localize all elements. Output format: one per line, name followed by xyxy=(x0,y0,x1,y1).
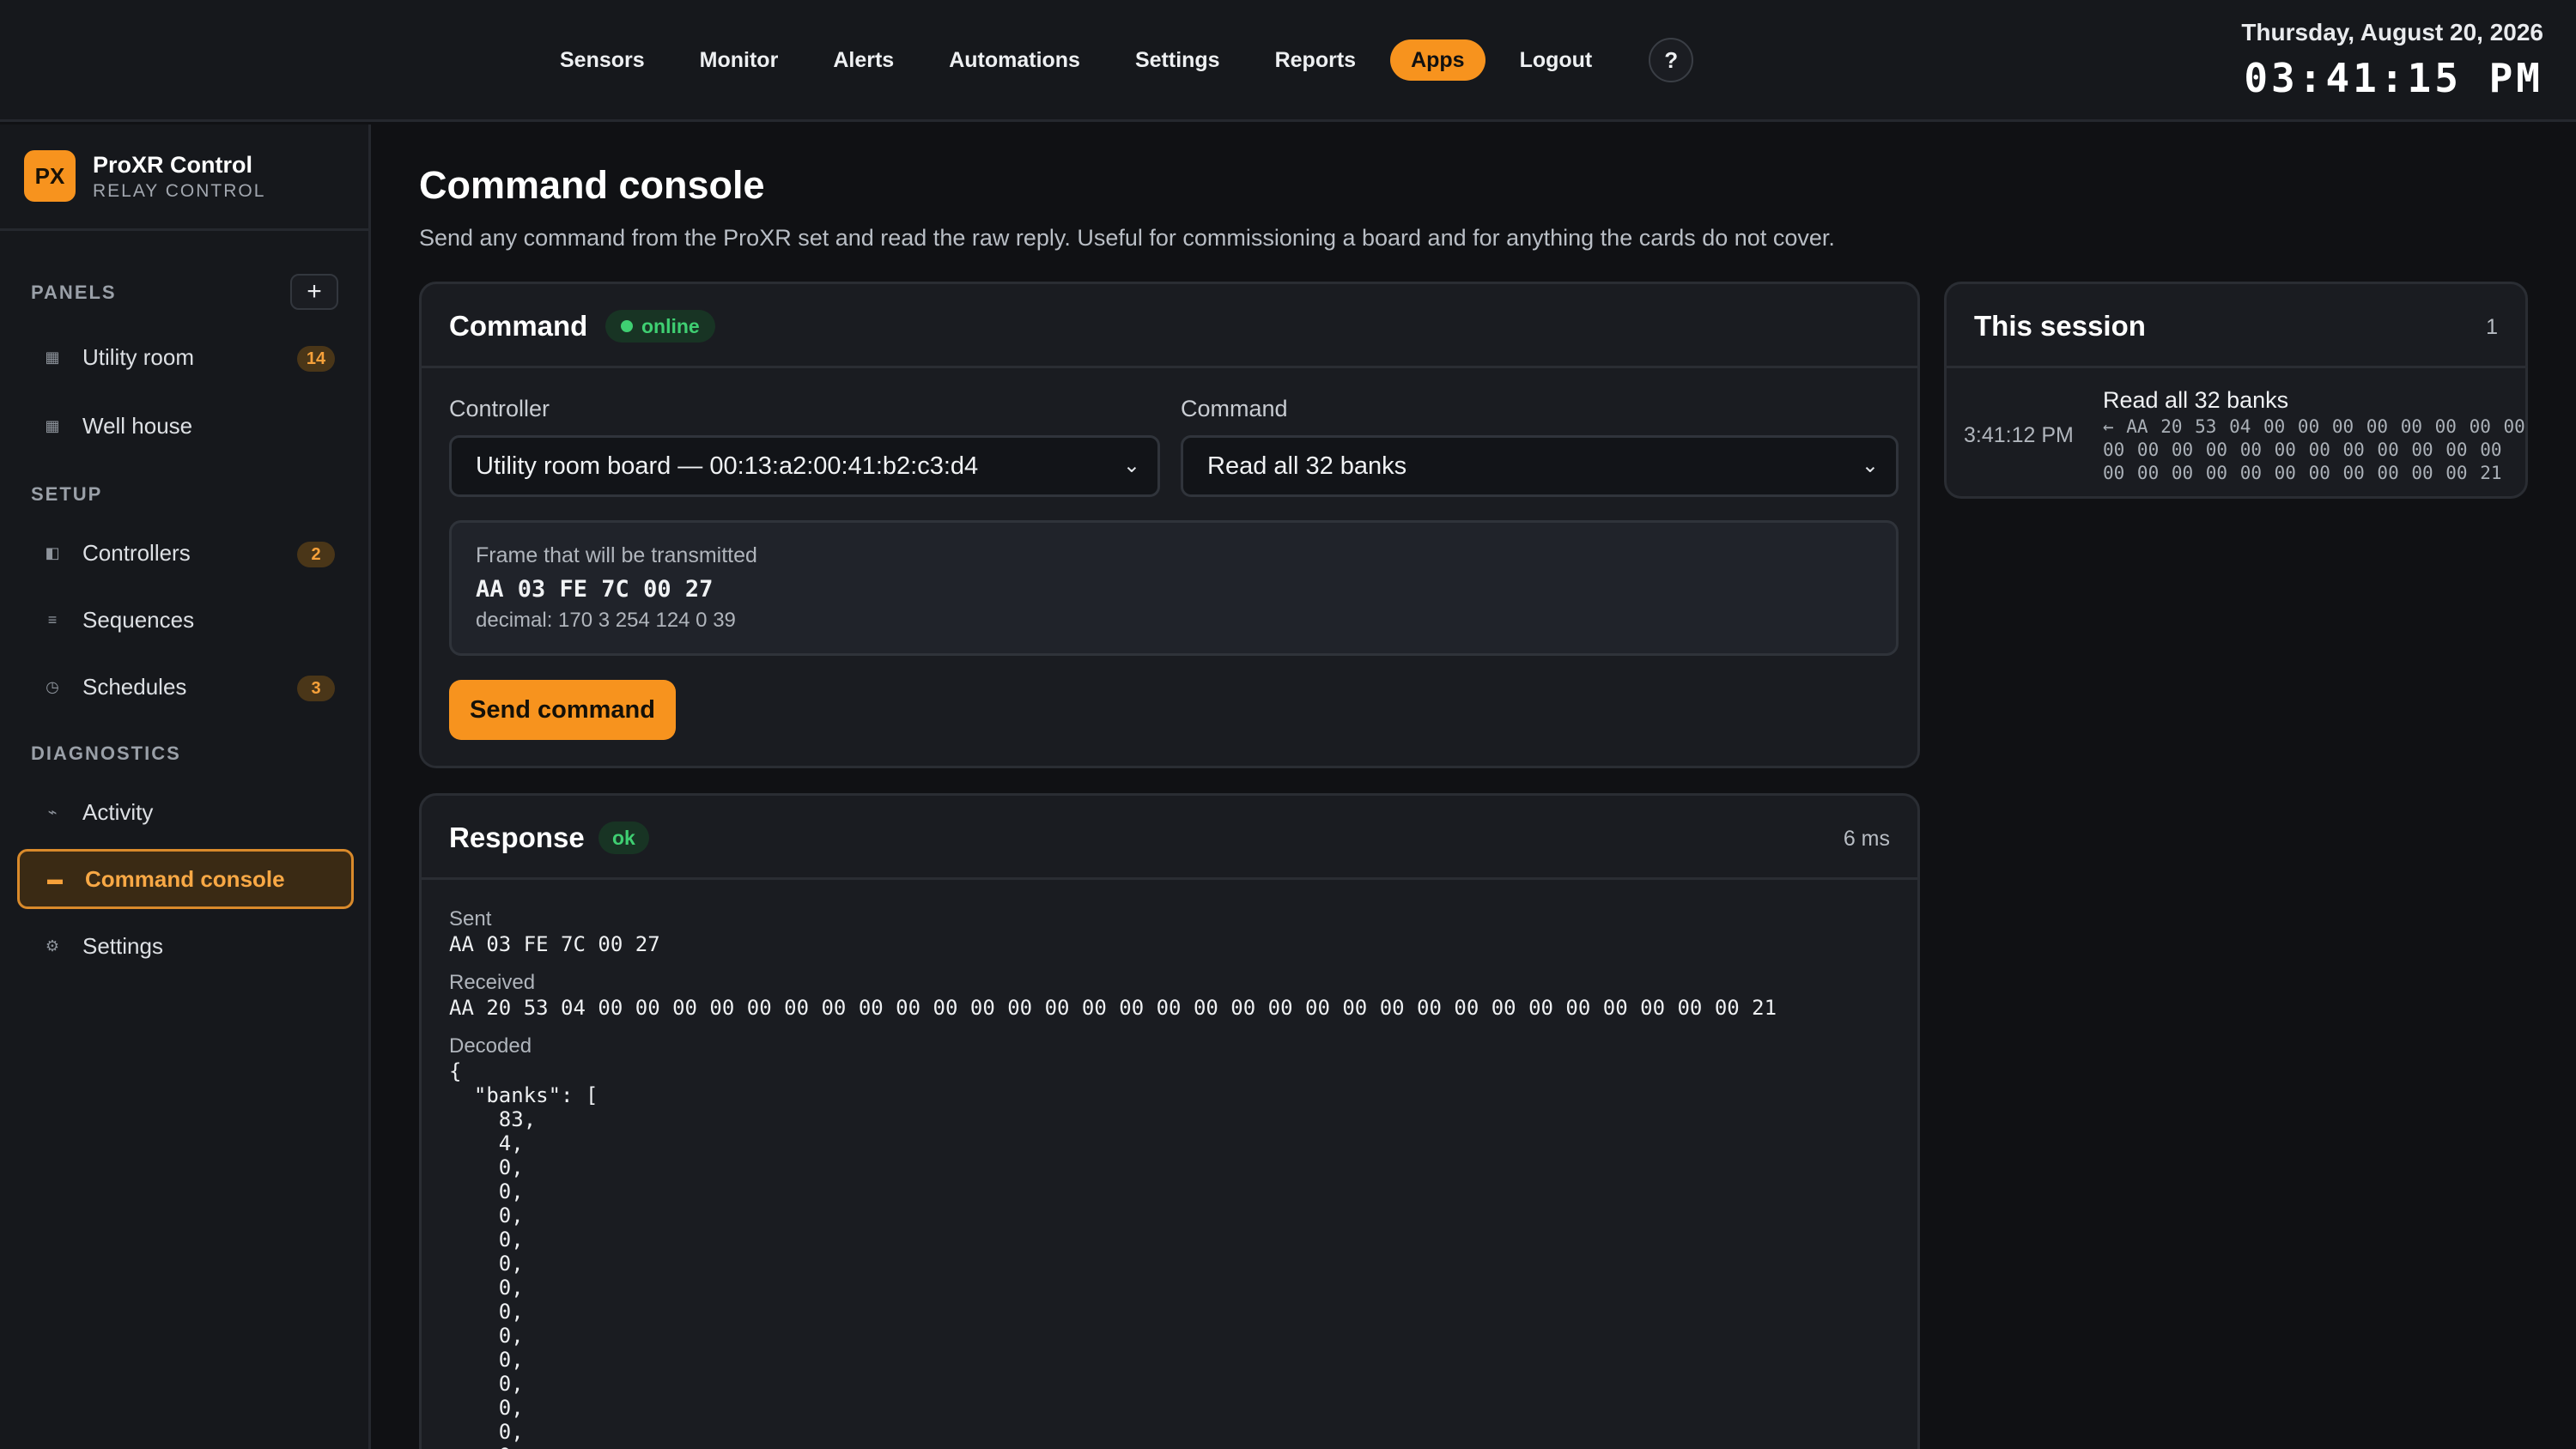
pulse-icon: ⌁ xyxy=(47,803,58,821)
sidebar-item-label: Well house xyxy=(82,412,193,439)
frame-decimal: decimal: 170 3 254 124 0 39 xyxy=(476,609,736,632)
section-diagnostics: DIAGNOSTICS xyxy=(31,743,181,764)
session-card: This session 1 3:41:12 PM Read all 32 ba… xyxy=(1944,282,2528,499)
page-description: Send any command from the ProXR set and … xyxy=(419,225,1835,251)
response-status-badge: ok xyxy=(598,822,649,854)
command-select[interactable]: Read all 32 banks ⌄ xyxy=(1181,435,1899,497)
top-bar: Sensors Monitor Alerts Automations Setti… xyxy=(0,0,2576,122)
clock-time: 03:41:15 PM xyxy=(2244,55,2543,101)
response-card-title: Response xyxy=(449,822,585,853)
sidebar-item-utility-room[interactable]: ▦ Utility room 14 xyxy=(17,327,354,387)
session-card-header: This session 1 xyxy=(1947,284,2525,368)
sidebar-item-well-house[interactable]: ▦ Well house xyxy=(17,396,354,456)
clock-date: Thursday, August 20, 2026 xyxy=(2241,19,2543,45)
controller-select[interactable]: Utility room board — 00:13:a2:00:41:b2:c… xyxy=(449,435,1160,497)
section-setup: SETUP xyxy=(31,483,103,505)
chevron-down-icon: ⌄ xyxy=(1122,454,1140,477)
sidebar-item-controllers[interactable]: ◧ Controllers 2 xyxy=(17,523,354,583)
count-badge: 2 xyxy=(297,542,335,567)
sidebar-item-sequences[interactable]: ≡ Sequences xyxy=(17,590,354,650)
session-card-title: This session xyxy=(1974,310,2146,342)
board-icon: ◧ xyxy=(45,543,60,561)
status-text: online xyxy=(641,315,700,337)
controller-label: Controller xyxy=(449,396,550,421)
count-badge: 14 xyxy=(297,346,335,372)
brand-name: ProXR Control xyxy=(93,152,252,178)
decoded-label: Decoded xyxy=(449,1034,532,1058)
response-card: Response ok 6 ms Sent AA 03 FE 7C 00 27 … xyxy=(419,793,1920,1449)
terminal-icon: ▬ xyxy=(47,870,63,888)
page-title: Command console xyxy=(419,163,765,207)
command-label: Command xyxy=(1181,396,1288,421)
chevron-down-icon: ⌄ xyxy=(1861,454,1879,477)
nav-sensors[interactable]: Sensors xyxy=(532,39,672,81)
gear-icon: ⚙ xyxy=(45,937,60,955)
sidebar: PX ProXR Control RELAY CONTROL PANELS + … xyxy=(0,124,371,1449)
sidebar-item-settings[interactable]: ⚙ Settings xyxy=(17,916,354,976)
list-icon: ≡ xyxy=(47,610,58,628)
sidebar-item-label: Command console xyxy=(85,865,285,892)
sidebar-item-activity[interactable]: ⌁ Activity xyxy=(17,782,354,842)
send-command-button[interactable]: Send command xyxy=(449,680,676,740)
frame-label: Frame that will be transmitted xyxy=(476,543,757,567)
response-latency: 6 ms xyxy=(1843,827,1890,851)
nav-settings[interactable]: Settings xyxy=(1108,39,1248,81)
nav-automations[interactable]: Automations xyxy=(921,39,1108,81)
sidebar-item-label: Settings xyxy=(82,932,163,959)
nav-reports[interactable]: Reports xyxy=(1248,39,1383,81)
brand-subtitle: RELAY CONTROL xyxy=(93,181,266,201)
brand: PX ProXR Control RELAY CONTROL xyxy=(0,124,368,231)
command-card-header: Command online xyxy=(422,284,1917,368)
help-button[interactable]: ? xyxy=(1649,38,1694,82)
status-badge: online xyxy=(605,310,715,343)
controller-select-value: Utility room board — 00:13:a2:00:41:b2:c… xyxy=(476,452,979,480)
decoded-value: { "banks": [ 83, 4, 0, 0, 0, 0, 0, 0, 0,… xyxy=(449,1059,598,1449)
section-panels: PANELS xyxy=(31,282,117,303)
received-label: Received xyxy=(449,971,536,994)
session-count: 1 xyxy=(2486,315,2498,339)
command-select-value: Read all 32 banks xyxy=(1207,452,1407,480)
sidebar-item-label: Activity xyxy=(82,798,154,825)
session-entry[interactable]: 3:41:12 PM Read all 32 banks ← AA 20 53 … xyxy=(1947,368,2525,496)
clock: Thursday, August 20, 2026 03:41:15 PM xyxy=(2241,19,2543,101)
sidebar-item-schedules[interactable]: ◷ Schedules 3 xyxy=(17,657,354,717)
sidebar-item-command-console[interactable]: ▬ Command console xyxy=(17,849,354,909)
response-card-header: Response ok 6 ms xyxy=(422,796,1917,880)
command-card: Command online Controller Utility room b… xyxy=(419,282,1920,768)
sidebar-item-label: Utility room xyxy=(82,343,195,370)
grid-icon: ▦ xyxy=(45,416,60,434)
count-badge: 3 xyxy=(297,676,335,701)
received-value: AA 20 53 04 00 00 00 00 00 00 00 00 00 0… xyxy=(449,996,1777,1020)
add-panel-button[interactable]: + xyxy=(290,274,338,310)
sidebar-item-label: Controllers xyxy=(82,539,191,566)
grid-icon: ▦ xyxy=(45,348,60,366)
session-entry-time: 3:41:12 PM xyxy=(1964,423,2074,447)
main-nav: Sensors Monitor Alerts Automations Setti… xyxy=(532,38,1694,82)
sidebar-item-label: Sequences xyxy=(82,606,195,633)
nav-monitor[interactable]: Monitor xyxy=(672,39,806,81)
session-entry-data: ← AA 20 53 04 00 00 00 00 00 00 00 00 00… xyxy=(2103,416,2525,483)
frame-preview: Frame that will be transmitted AA 03 FE … xyxy=(449,520,1899,656)
command-card-title: Command xyxy=(449,310,588,342)
status-dot-icon xyxy=(621,320,633,332)
sent-label: Sent xyxy=(449,907,492,931)
brand-logo: PX xyxy=(24,150,76,202)
nav-alerts[interactable]: Alerts xyxy=(805,39,921,81)
sidebar-item-label: Schedules xyxy=(82,673,187,700)
session-entry-name: Read all 32 banks xyxy=(2103,387,2289,413)
frame-hex: AA 03 FE 7C 00 27 xyxy=(476,576,714,603)
clock-icon: ◷ xyxy=(46,677,59,695)
nav-apps[interactable]: Apps xyxy=(1390,39,1485,81)
sent-value: AA 03 FE 7C 00 27 xyxy=(449,932,660,956)
nav-logout[interactable]: Logout xyxy=(1492,39,1620,81)
